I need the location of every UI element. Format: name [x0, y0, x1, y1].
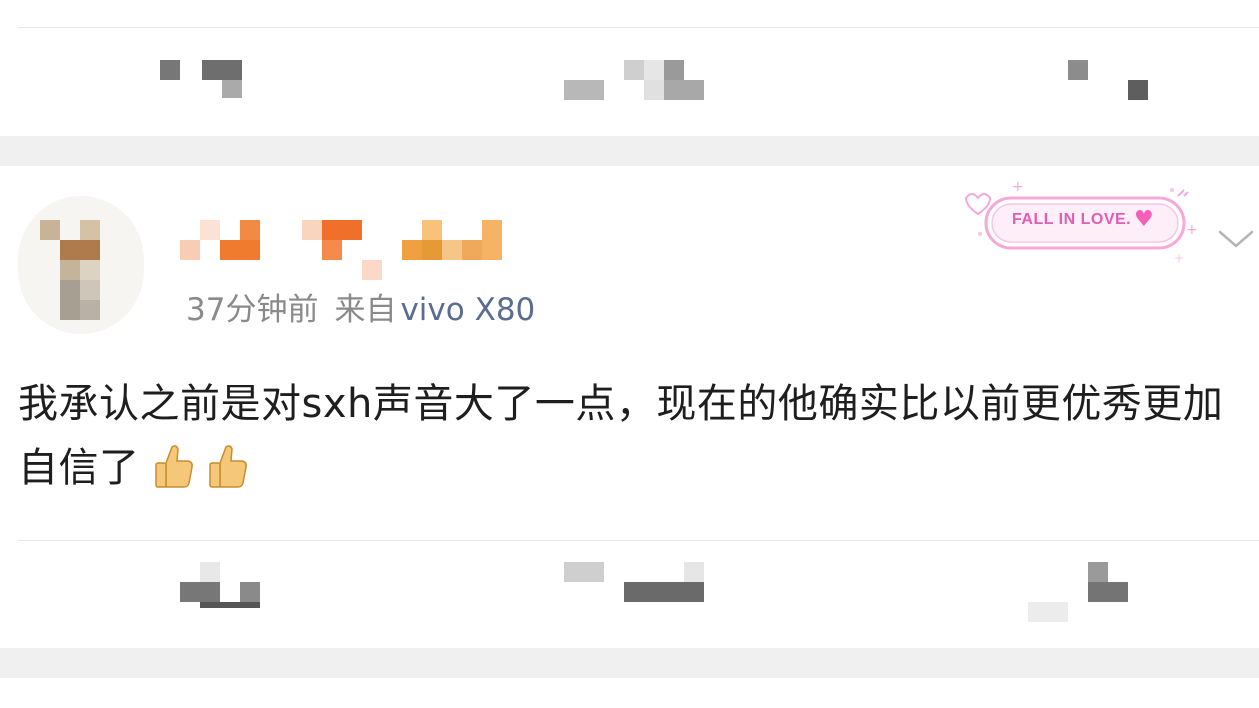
top-action-like[interactable] [1066, 60, 1156, 102]
action-comment[interactable] [564, 562, 709, 604]
top-divider [18, 27, 1259, 28]
svg-text:+: + [1012, 179, 1024, 195]
svg-text:+: + [1186, 222, 1198, 238]
post-text-content: 我承认之前是对sxh声音大了一点，现在的他确实比以前更优秀更加自信了 [18, 381, 1224, 491]
heart-icon: ♥ [1134, 207, 1154, 232]
post-meta: 37分钟前 来自 vivo X80 [186, 290, 535, 330]
svg-text:+: + [1174, 251, 1184, 264]
post-device[interactable]: vivo X80 [400, 292, 535, 328]
post-text: 我承认之前是对sxh声音大了一点，现在的他确实比以前更优秀更加自信了 [18, 372, 1258, 500]
username[interactable] [180, 220, 510, 282]
post-timestamp: 37分钟前 [186, 292, 319, 328]
fall-in-love-badge: + + + FALL IN LOVE. ♥ [960, 178, 1210, 265]
action-repost[interactable] [140, 562, 270, 610]
thumbs-up-icon [206, 443, 248, 489]
action-like[interactable] [1026, 562, 1136, 624]
feed-separator-bottom [0, 648, 1259, 678]
chevron-down-icon[interactable] [1218, 228, 1254, 250]
post-source-prefix: 来自 [334, 292, 397, 328]
top-action-comment[interactable] [564, 60, 709, 102]
bottom-divider [18, 540, 1259, 541]
avatar[interactable] [18, 196, 144, 334]
top-action-repost[interactable] [140, 58, 250, 100]
badge-label: FALL IN LOVE. [1012, 211, 1132, 228]
feed-separator [0, 136, 1259, 166]
thumbs-up-icon [152, 443, 194, 489]
